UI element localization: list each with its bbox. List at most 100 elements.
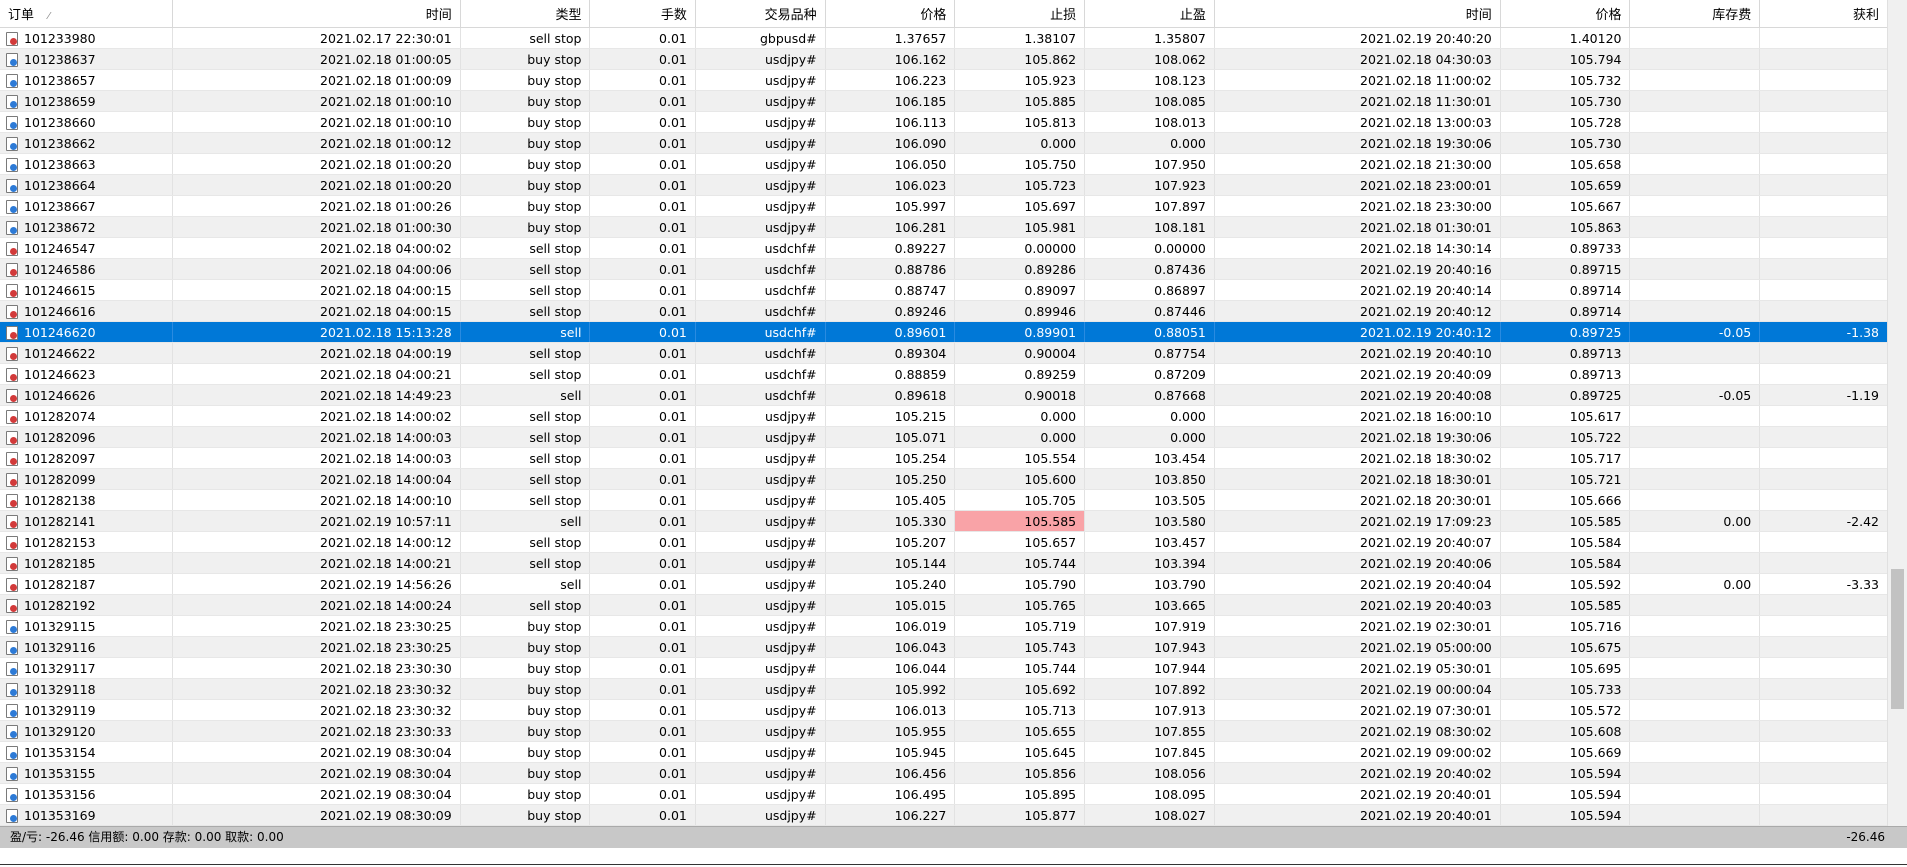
table-row[interactable]: 101238662 2021.02.18 01:00:12 buy stop 0.01…	[0, 132, 1888, 154]
table-row[interactable]: 101282099 2021.02.18 14:00:04 sell stop 0.0…	[0, 468, 1888, 490]
price-cell: 106.019	[825, 615, 956, 637]
profit-cell	[1759, 195, 1888, 217]
lots-cell: 0.01	[589, 741, 696, 763]
stop-loss-cell: 105.862	[954, 48, 1086, 70]
price-cell: 0.89246	[825, 300, 956, 322]
stop-loss-cell: 0.90018	[954, 384, 1086, 406]
close-price-cell: 105.667	[1500, 195, 1631, 217]
column-header-order[interactable]: 订单 ⁄	[0, 0, 173, 28]
table-row[interactable]: 101282187 2021.02.19 14:56:26 sell 0.01 usdj…	[0, 573, 1888, 595]
table-row[interactable]: 101282192 2021.02.18 14:00:24 sell stop 0.0…	[0, 594, 1888, 616]
close-price-cell: 105.730	[1500, 90, 1631, 112]
table-row[interactable]: 101353169 2021.02.19 08:30:09 buy stop 0.01…	[0, 804, 1888, 826]
vertical-scrollbar[interactable]	[1887, 0, 1907, 826]
table-row[interactable]: 101238664 2021.02.18 01:00:20 buy stop 0.01…	[0, 174, 1888, 196]
swap-cell	[1629, 489, 1761, 511]
open-time-cell: 2021.02.18 01:00:09	[172, 69, 461, 91]
table-row[interactable]: 101246615 2021.02.18 04:00:15 sell stop 0.0…	[0, 279, 1888, 301]
open-time-cell: 2021.02.18 04:00:06	[172, 258, 461, 280]
table-row[interactable]: 101329115 2021.02.18 23:30:25 buy stop 0.01…	[0, 615, 1888, 637]
price-cell: 106.495	[825, 783, 956, 805]
profit-cell	[1759, 69, 1888, 91]
table-row[interactable]: 101353155 2021.02.19 08:30:04 buy stop 0.01…	[0, 762, 1888, 784]
column-header-open-time[interactable]: 时间	[172, 0, 461, 28]
column-header-take-profit[interactable]: 止盈	[1084, 0, 1215, 28]
open-time-cell: 2021.02.18 23:30:32	[172, 678, 461, 700]
take-profit-cell: 108.027	[1084, 804, 1215, 826]
stop-loss-cell: 105.744	[954, 657, 1086, 679]
take-profit-cell: 107.855	[1084, 720, 1215, 742]
table-row[interactable]: 101238672 2021.02.18 01:00:30 buy stop 0.01…	[0, 216, 1888, 238]
table-row[interactable]: 101238659 2021.02.18 01:00:10 buy stop 0.01…	[0, 90, 1888, 112]
column-header-close-time[interactable]: 时间	[1214, 0, 1501, 28]
column-header-symbol[interactable]: 交易品种	[695, 0, 826, 28]
column-header-profit[interactable]: 获利	[1759, 0, 1888, 28]
table-row[interactable]: 101353154 2021.02.19 08:30:04 buy stop 0.01…	[0, 741, 1888, 763]
table-row[interactable]: 101282138 2021.02.18 14:00:10 sell stop 0.0…	[0, 489, 1888, 511]
order-cell: 101282185	[0, 552, 173, 574]
column-header-swap[interactable]: 库存费	[1629, 0, 1761, 28]
table-row[interactable]: 101238657 2021.02.18 01:00:09 buy stop 0.01…	[0, 69, 1888, 91]
column-header-close-price[interactable]: 价格	[1500, 0, 1631, 28]
swap-cell	[1629, 720, 1761, 742]
order-cell: 101282096	[0, 426, 173, 448]
open-time-cell: 2021.02.18 01:00:20	[172, 153, 461, 175]
price-cell: 105.945	[825, 741, 956, 763]
close-price-cell: 105.592	[1500, 573, 1631, 595]
table-row[interactable]: 101282074 2021.02.18 14:00:02 sell stop 0.0…	[0, 405, 1888, 427]
sell-order-icon	[6, 304, 18, 319]
open-time-cell: 2021.02.19 08:30:04	[172, 762, 461, 784]
take-profit-cell: 107.845	[1084, 741, 1215, 763]
open-time-cell: 2021.02.18 04:00:19	[172, 342, 461, 364]
table-row[interactable]: 101238663 2021.02.18 01:00:20 buy stop 0.01…	[0, 153, 1888, 175]
table-row[interactable]: 101329116 2021.02.18 23:30:25 buy stop 0.01…	[0, 636, 1888, 658]
table-row[interactable]: 101329118 2021.02.18 23:30:32 buy stop 0.01…	[0, 678, 1888, 700]
table-row[interactable]: 101246623 2021.02.18 04:00:21 sell stop 0.0…	[0, 363, 1888, 385]
swap-cell	[1629, 111, 1761, 133]
table-row[interactable]: 101246620 2021.02.18 15:13:28 sell 0.01 usdc…	[0, 321, 1888, 343]
table-row[interactable]: 101329119 2021.02.18 23:30:32 buy stop 0.01…	[0, 699, 1888, 721]
close-price-cell: 105.716	[1500, 615, 1631, 637]
summary-bar: 盈/亏: -26.46 信用额: 0.00 存款: 0.00 取款: 0.00 …	[0, 826, 1907, 848]
lots-cell: 0.01	[589, 510, 696, 532]
table-row[interactable]: 101329120 2021.02.18 23:30:33 buy stop 0.01…	[0, 720, 1888, 742]
stop-loss-cell: 105.713	[954, 699, 1086, 721]
symbol-cell: usdjpy#	[695, 804, 826, 826]
column-header-lots[interactable]: 手数	[589, 0, 696, 28]
table-row[interactable]: 101238637 2021.02.18 01:00:05 buy stop 0.01…	[0, 48, 1888, 70]
column-header-price[interactable]: 价格	[825, 0, 956, 28]
table-row[interactable]: 101238667 2021.02.18 01:00:26 buy stop 0.01…	[0, 195, 1888, 217]
type-cell: sell stop	[460, 531, 591, 553]
table-row[interactable]: 101282141 2021.02.19 10:57:11 sell 0.01 usdj…	[0, 510, 1888, 532]
column-header-type[interactable]: 类型	[460, 0, 591, 28]
type-cell: buy stop	[460, 111, 591, 133]
close-time-cell: 2021.02.19 20:40:08	[1214, 384, 1501, 406]
table-row[interactable]: 101246586 2021.02.18 04:00:06 sell stop 0.0…	[0, 258, 1888, 280]
table-row[interactable]: 101282096 2021.02.18 14:00:03 sell stop 0.0…	[0, 426, 1888, 448]
column-header-stop-loss[interactable]: 止损	[954, 0, 1086, 28]
table-row[interactable]: 101329117 2021.02.18 23:30:30 buy stop 0.01…	[0, 657, 1888, 679]
scrollbar-thumb[interactable]	[1891, 569, 1904, 709]
take-profit-cell: 107.943	[1084, 636, 1215, 658]
table-row[interactable]: 101233980 2021.02.17 22:30:01 sell stop 0.0…	[0, 27, 1888, 49]
table-row[interactable]: 101246626 2021.02.18 14:49:23 sell 0.01 usdc…	[0, 384, 1888, 406]
table-row[interactable]: 101353156 2021.02.19 08:30:04 buy stop 0.01…	[0, 783, 1888, 805]
type-cell: sell stop	[460, 258, 591, 280]
table-row[interactable]: 101282185 2021.02.18 14:00:21 sell stop 0.0…	[0, 552, 1888, 574]
order-cell: 101238657	[0, 69, 173, 91]
table-row[interactable]: 101282097 2021.02.18 14:00:03 sell stop 0.0…	[0, 447, 1888, 469]
stop-loss-cell: 0.000	[954, 132, 1086, 154]
type-cell: buy stop	[460, 657, 591, 679]
table-row[interactable]: 101246622 2021.02.18 04:00:19 sell stop 0.0…	[0, 342, 1888, 364]
open-time-cell: 2021.02.18 23:30:33	[172, 720, 461, 742]
lots-cell: 0.01	[589, 804, 696, 826]
table-row[interactable]: 101246547 2021.02.18 04:00:02 sell stop 0.0…	[0, 237, 1888, 259]
buy-order-icon	[6, 640, 18, 655]
table-row[interactable]: 101246616 2021.02.18 04:00:15 sell stop 0.0…	[0, 300, 1888, 322]
swap-cell	[1629, 405, 1761, 427]
table-row[interactable]: 101282153 2021.02.18 14:00:12 sell stop 0.0…	[0, 531, 1888, 553]
take-profit-cell: 103.505	[1084, 489, 1215, 511]
sell-order-icon	[6, 451, 18, 466]
swap-cell	[1629, 69, 1761, 91]
table-row[interactable]: 101238660 2021.02.18 01:00:10 buy stop 0.01…	[0, 111, 1888, 133]
